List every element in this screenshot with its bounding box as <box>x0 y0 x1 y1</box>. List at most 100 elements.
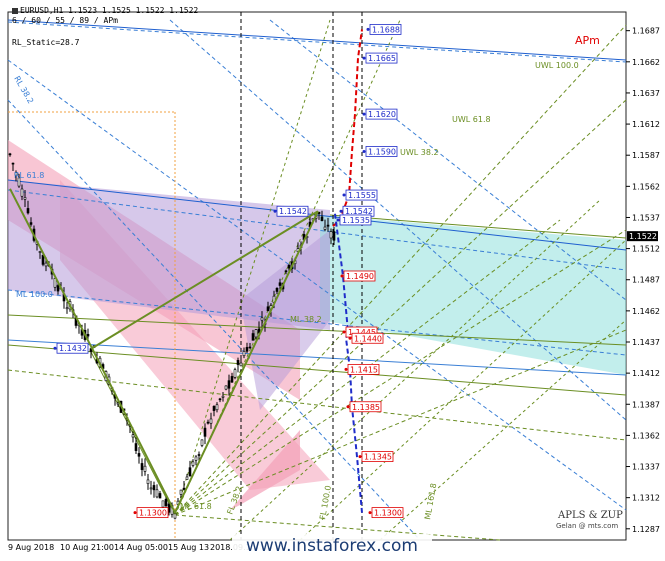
level-label: 1.1590 <box>368 147 396 156</box>
candle-body <box>332 231 336 241</box>
price-tick-label: 1.1337 <box>632 463 660 472</box>
level-dot <box>273 209 277 213</box>
level-label: 1.1300 <box>139 509 167 518</box>
level-dot <box>366 27 370 31</box>
candle-body <box>230 376 234 383</box>
candle-body <box>143 465 147 472</box>
candle-body <box>323 226 327 230</box>
level-label: 1.1440 <box>354 334 382 343</box>
level-label: 1.1665 <box>368 54 396 63</box>
candle-body <box>227 380 231 389</box>
apm-label: APm <box>575 34 600 47</box>
candle-body <box>206 421 210 424</box>
candle-body <box>212 405 216 411</box>
watermark-line1: APLS & ZUP <box>557 510 623 521</box>
candle-body <box>221 395 225 398</box>
level-dot <box>344 367 348 371</box>
level-label: 1.1542 <box>279 207 307 216</box>
candle-body <box>320 216 324 221</box>
level-label: 1.1385 <box>352 403 380 412</box>
candle-body <box>152 485 156 491</box>
candle-body <box>329 231 333 239</box>
candle-body <box>8 153 12 156</box>
candle-body <box>38 251 42 253</box>
annotation-rl61: RL 61.8 <box>14 171 44 180</box>
level-label: 1.1555 <box>348 191 376 200</box>
price-tick-label: 1.1412 <box>632 369 660 378</box>
time-tick-label: 14 Aug 05:00 <box>114 543 168 552</box>
price-tick-label: 1.1362 <box>632 431 660 440</box>
candle-body <box>161 500 165 508</box>
annotation-uwl61: UWL 61.8 <box>452 115 491 124</box>
candle-body <box>287 264 291 269</box>
annotation-uwl100: UWL 100.0 <box>535 61 579 70</box>
symbol-icon <box>12 8 18 14</box>
price-tick-label: 1.1287 <box>632 525 660 534</box>
candle-body <box>131 434 135 438</box>
level-dot <box>133 511 137 515</box>
candle-body <box>194 456 198 461</box>
candle-body <box>278 282 282 286</box>
candle-body <box>65 307 69 310</box>
level-dot <box>346 405 350 409</box>
candle-body <box>179 489 183 495</box>
candle-body <box>245 347 249 352</box>
candle-body <box>182 487 186 490</box>
candle-body <box>140 463 144 470</box>
candle-body <box>233 369 237 378</box>
candle-body <box>203 427 207 437</box>
level-label: 1.1688 <box>372 25 400 34</box>
price-tick-label: 1.1637 <box>632 89 660 98</box>
candle-body <box>86 333 90 337</box>
level-dot <box>336 218 340 222</box>
candle-body <box>134 443 138 451</box>
level-dot <box>53 346 57 350</box>
level-label: 1.1490 <box>346 272 374 281</box>
candle-body <box>188 467 192 477</box>
candle-body <box>266 306 270 312</box>
price-tick-label: 1.1537 <box>632 213 660 222</box>
level-label: 1.1620 <box>368 110 396 119</box>
level-dot <box>362 56 366 60</box>
candle-body <box>248 346 252 349</box>
level-dot <box>342 330 346 334</box>
annotation-ml38: ML 38.2 <box>290 315 322 324</box>
symbol-line: EURUSD,H1 1.1523 1.1525 1.1522 1.1522 <box>20 6 199 15</box>
candle-body <box>56 285 60 292</box>
candle-body <box>155 489 159 498</box>
chart-canvas[interactable]: 1.1688 1.1665 1.1620 1.1590 1.1555 1.1542 1.15… <box>0 0 665 561</box>
level-label: 1.1300 <box>374 509 402 518</box>
candle-body <box>185 476 189 480</box>
candle-body <box>11 162 15 165</box>
price-tick-label: 1.1512 <box>632 245 660 254</box>
price-tick-label: 1.1387 <box>632 400 660 409</box>
level-label: 1.1345 <box>364 453 392 462</box>
level-dot <box>339 209 343 213</box>
level-dot <box>362 112 366 116</box>
candle-body <box>20 188 24 197</box>
candle-body <box>149 487 153 490</box>
candle-body <box>215 404 219 411</box>
level-dot <box>342 193 346 197</box>
level-label: 1.1535 <box>342 216 370 225</box>
watermark-line2: Gelan @ mts.com <box>556 522 618 530</box>
time-tick-label: 10 Aug 21:00 <box>60 543 114 552</box>
footer-brand[interactable]: www.instaforex.com <box>232 534 432 558</box>
time-tick-label: 9 Aug 2018 <box>8 543 54 552</box>
price-tick-label: 1.1587 <box>632 151 660 160</box>
candle-body <box>326 224 330 227</box>
candle-body <box>200 439 204 446</box>
candle-body <box>23 197 27 200</box>
price-tick-label: 1.1687 <box>632 27 660 36</box>
level-dot <box>348 336 352 340</box>
chart-window: 1.1688 1.1665 1.1620 1.1590 1.1555 1.1542 1.15… <box>0 0 665 561</box>
indicator-line: RL_Static=28.7 <box>12 38 80 47</box>
candle-body <box>44 262 48 267</box>
level-dot <box>368 511 372 515</box>
time-tick-label: 15 Aug 13 <box>168 543 209 552</box>
candle-body <box>146 479 150 484</box>
candle-body <box>275 287 279 292</box>
candle-body <box>137 453 141 457</box>
candle-body <box>29 222 33 225</box>
level-dot <box>358 455 362 459</box>
